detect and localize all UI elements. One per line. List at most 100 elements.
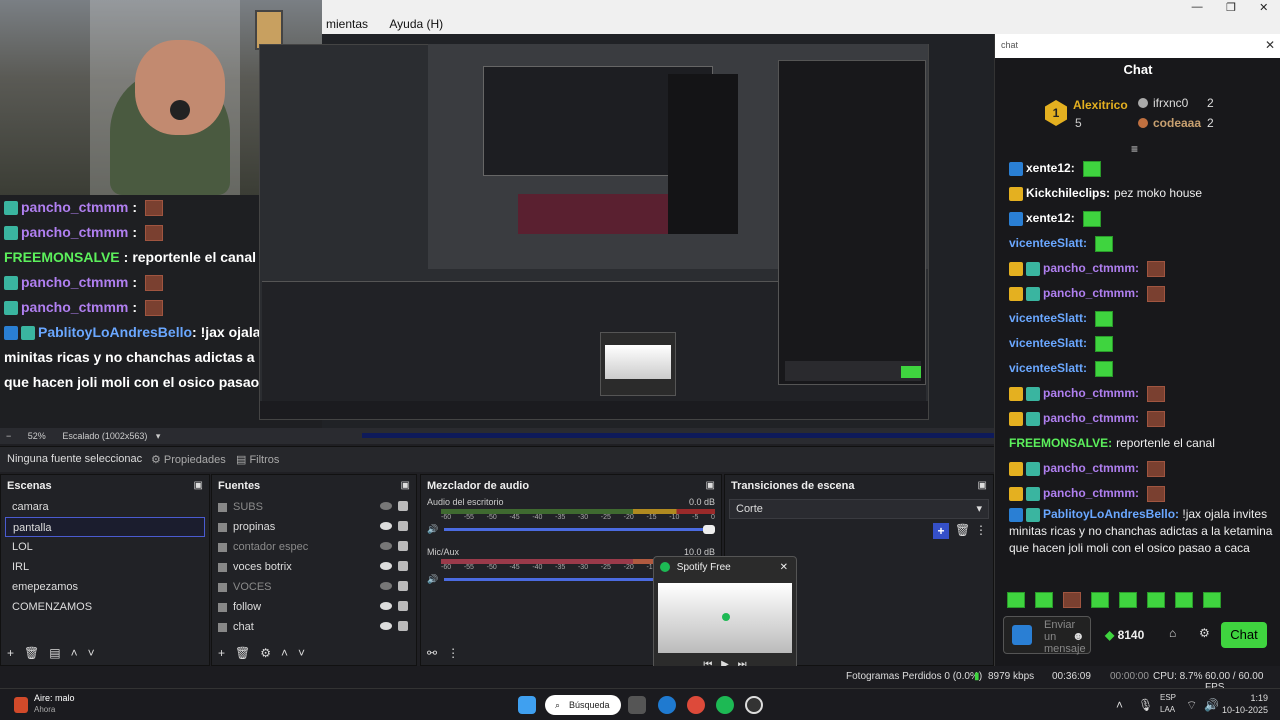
chat-username[interactable]: FREEMONSALVE: — [1009, 436, 1112, 450]
chat-username[interactable]: vicenteeSlatt: — [1009, 336, 1087, 350]
more-icon[interactable]: ⋮ — [447, 646, 459, 660]
wifi-icon[interactable]: ⌔ — [1186, 698, 1197, 713]
chat-input[interactable]: Enviar un mensaje ☻ — [1003, 616, 1091, 655]
eye-icon[interactable] — [380, 622, 392, 630]
scene-item[interactable]: COMENZAMOS — [5, 597, 205, 617]
channel-points[interactable]: ◆ 8140 — [1105, 628, 1144, 642]
task-view-icon[interactable] — [628, 696, 646, 714]
mic-icon[interactable]: 🎙 — [1138, 698, 1153, 712]
slider-knob[interactable] — [703, 525, 715, 534]
lock-icon[interactable] — [398, 561, 408, 571]
dock-menu-icon[interactable]: ▣ — [194, 480, 203, 491]
chevron-down-icon[interactable]: ˅ — [298, 646, 305, 660]
gear-icon[interactable]: ⚙ — [260, 646, 271, 660]
emote-icon[interactable] — [1007, 592, 1025, 608]
eye-icon[interactable] — [380, 522, 392, 530]
edge-icon[interactable] — [658, 696, 676, 714]
add-icon[interactable]: + — [7, 646, 14, 660]
dock-menu-icon[interactable]: ▣ — [978, 480, 987, 491]
eye-off-icon[interactable] — [380, 502, 392, 510]
lock-icon[interactable] — [398, 621, 408, 631]
filter-icon[interactable]: ▤ — [49, 646, 60, 660]
chat-username[interactable]: vicenteeSlatt: — [1009, 236, 1087, 250]
source-item[interactable]: contador espec — [212, 537, 416, 557]
scene-item[interactable]: LOL — [5, 537, 205, 557]
chevron-up-icon[interactable]: ˄ — [1116, 698, 1123, 712]
lock-icon[interactable] — [398, 541, 408, 551]
emote-icon[interactable] — [1063, 592, 1081, 608]
scene-item[interactable]: emepezamos — [5, 577, 205, 597]
lock-icon[interactable] — [398, 601, 408, 611]
preview-scrollbar[interactable] — [362, 433, 994, 438]
chat-username[interactable]: pancho_ctmmm: — [1043, 486, 1139, 500]
more-icon[interactable]: ⋮ — [975, 523, 987, 537]
source-item[interactable]: chat — [212, 617, 416, 637]
weather-icon[interactable] — [14, 697, 28, 713]
language[interactable]: ESP — [1160, 693, 1176, 702]
menu-tools[interactable]: mientas — [326, 14, 368, 34]
taskbar-search[interactable]: ⌕ Búsqueda — [545, 695, 621, 715]
scene-item[interactable]: camara — [5, 497, 205, 517]
chat-username[interactable]: pancho_ctmmm: — [1043, 386, 1139, 400]
volume-icon[interactable]: 🔊 — [427, 524, 438, 535]
chat-username[interactable]: pancho_ctmmm: — [1043, 411, 1139, 425]
lock-icon[interactable] — [398, 521, 408, 531]
maximize-icon[interactable]: ❐ — [1226, 1, 1236, 14]
add-transition-button[interactable]: + — [933, 523, 949, 539]
clock-time[interactable]: 1:19 — [1224, 693, 1268, 703]
scale-mode[interactable]: Escalado (1002x563) — [62, 431, 147, 441]
chevron-up-icon[interactable]: ˄ — [71, 646, 78, 660]
trash-icon[interactable]: 🗑 — [955, 523, 970, 537]
chat-username[interactable]: pancho_ctmmm: — [1043, 261, 1139, 275]
store-icon[interactable]: ⌂ — [1169, 626, 1176, 640]
emote-icon[interactable] — [1091, 592, 1109, 608]
chat-search-bar[interactable]: chat ✕ — [995, 34, 1280, 58]
zoom-minus[interactable]: − — [6, 431, 11, 441]
close-icon[interactable]: ✕ — [1259, 1, 1268, 14]
chat-username[interactable]: vicenteeSlatt: — [1009, 361, 1087, 375]
minimize-icon[interactable]: — — [1192, 1, 1203, 13]
emote-icon[interactable] — [1035, 592, 1053, 608]
source-item[interactable]: VOCES — [212, 577, 416, 597]
chat-username[interactable]: Kickchileclips: — [1026, 186, 1110, 200]
chat-username[interactable]: pancho_ctmmm: — [1043, 461, 1139, 475]
emote-icon[interactable] — [1147, 592, 1165, 608]
transition-select[interactable]: Corte ▾ — [729, 499, 989, 519]
lock-icon[interactable] — [398, 581, 408, 591]
collapse-icon[interactable]: ≡ — [1131, 142, 1138, 156]
chevron-down-icon[interactable]: ▾ — [156, 431, 161, 441]
scene-item[interactable]: IRL — [5, 557, 205, 577]
chat-send-button[interactable]: Chat — [1221, 622, 1267, 648]
eye-off-icon[interactable] — [380, 582, 392, 590]
close-icon[interactable]: ✕ — [1265, 38, 1275, 52]
chat-username[interactable]: vicenteeSlatt: — [1009, 311, 1087, 325]
smile-icon[interactable]: ☻ — [1072, 629, 1085, 643]
scene-item[interactable]: pantalla — [5, 517, 205, 537]
chevron-up-icon[interactable]: ˄ — [281, 646, 288, 660]
chat-username[interactable]: xente12: — [1026, 211, 1075, 225]
eye-icon[interactable] — [380, 562, 392, 570]
emote-icon[interactable] — [1119, 592, 1137, 608]
chrome-icon[interactable] — [687, 696, 705, 714]
add-icon[interactable]: + — [218, 646, 225, 660]
emote-icon[interactable] — [1175, 592, 1193, 608]
eye-off-icon[interactable] — [380, 542, 392, 550]
windows-start-icon[interactable] — [518, 696, 536, 714]
volume-icon[interactable]: 🔊 — [427, 574, 438, 585]
source-item[interactable]: voces botrix — [212, 557, 416, 577]
dock-menu-icon[interactable]: ▣ — [401, 480, 410, 491]
eye-icon[interactable] — [380, 602, 392, 610]
emote-icon[interactable] — [1203, 592, 1221, 608]
trash-icon[interactable]: 🗑 — [24, 646, 39, 660]
source-item[interactable]: propinas — [212, 517, 416, 537]
properties-button[interactable]: ⚙ Propiedades — [151, 453, 226, 466]
source-item[interactable]: follow — [212, 597, 416, 617]
volume-slider[interactable] — [444, 525, 715, 534]
menu-help[interactable]: Ayuda (H) — [389, 14, 443, 34]
spotify-taskbar-icon[interactable] — [716, 696, 734, 714]
chat-search-input[interactable]: chat — [1001, 40, 1018, 50]
spotify-window[interactable]: Spotify Free ✕ ⏮ ▶ ⏭ — [653, 556, 797, 678]
close-icon[interactable]: ✕ — [780, 557, 788, 579]
source-item[interactable]: SUBS — [212, 497, 416, 517]
trash-icon[interactable]: 🗑 — [235, 646, 250, 660]
